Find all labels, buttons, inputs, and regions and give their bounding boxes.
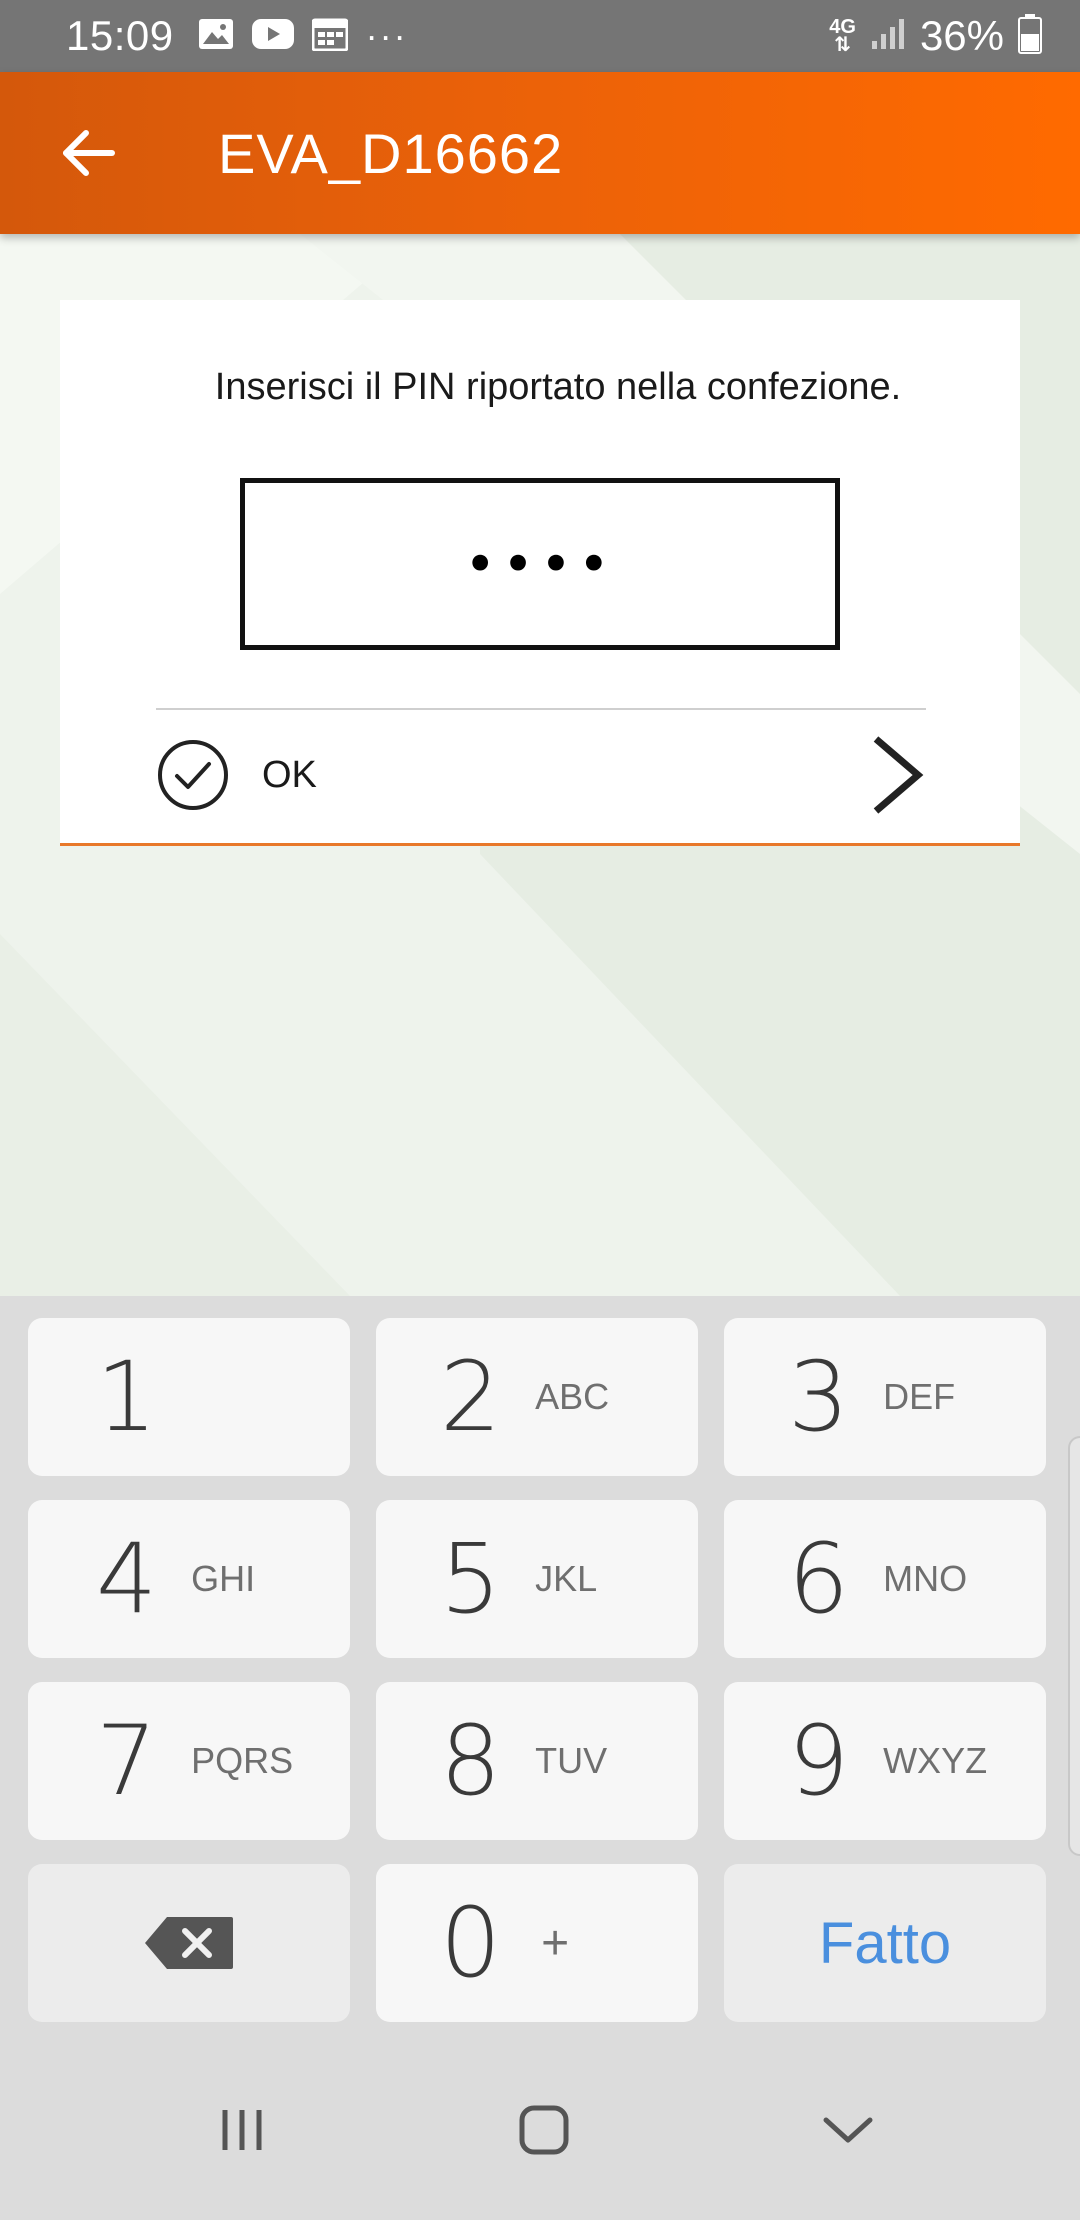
key-letters: + (541, 1916, 570, 1970)
pin-prompt: Inserisci il PIN riportato nella confezi… (214, 366, 902, 408)
check-circle-icon (158, 740, 228, 810)
home-icon (519, 2105, 569, 2155)
recent-apps-icon (222, 2110, 262, 2150)
key-5[interactable]: 5 JKL (376, 1500, 698, 1658)
done-key[interactable]: Fatto (724, 1864, 1046, 2022)
key-digit: 4 (96, 1523, 158, 1635)
youtube-icon (251, 18, 294, 54)
calendar-icon (311, 17, 349, 56)
notification-icons: ··· (198, 15, 408, 57)
image-icon (198, 18, 234, 55)
network-label: 4G (829, 16, 856, 38)
backspace-icon (145, 1917, 233, 1969)
key-letters: DEF (883, 1376, 956, 1417)
key-digit: 0 (440, 1887, 502, 1999)
key-letters: MNO (883, 1558, 968, 1599)
back-button[interactable] (28, 93, 148, 213)
backspace-key[interactable] (28, 1864, 350, 2022)
status-bar: 15:09 ··· 4G ⇅ 36% (0, 0, 1080, 72)
more-dots-icon: ··· (365, 15, 408, 56)
key-8[interactable]: 8 TUV (376, 1682, 698, 1840)
app-bar: EVA_D16662 (0, 72, 1080, 234)
hide-keyboard-button[interactable] (788, 2080, 908, 2180)
chevron-right-icon (873, 736, 924, 814)
pin-card: Inserisci il PIN riportato nella confezi… (60, 300, 1020, 846)
system-icons: 4G ⇅ 36% (829, 12, 1042, 60)
home-button[interactable] (484, 2080, 604, 2180)
page-title: EVA_D16662 (218, 121, 564, 185)
signal-icon (870, 17, 906, 56)
key-letters: PQRS (191, 1740, 294, 1781)
hide-keyboard-icon (823, 2117, 873, 2143)
key-4[interactable]: 4 GHI (28, 1500, 350, 1658)
ok-label: OK (262, 753, 317, 796)
numeric-keyboard: 1 2 ABC 3 DEF 4 GHI 5 JKL 6 MNO 7 PQRS 8… (0, 1296, 1080, 2040)
navigation-bar (0, 2040, 1080, 2220)
key-letters: WXYZ (883, 1740, 988, 1781)
ok-button[interactable]: OK (156, 736, 926, 814)
content-area: Inserisci il PIN riportato nella confezi… (0, 234, 1080, 1296)
network-4g-icon: 4G ⇅ (829, 16, 856, 56)
key-digit: 8 (440, 1705, 502, 1817)
key-9[interactable]: 9 WXYZ (724, 1682, 1046, 1840)
key-digit: 6 (788, 1523, 850, 1635)
key-letters: TUV (535, 1740, 608, 1781)
key-1[interactable]: 1 (28, 1318, 350, 1476)
done-label: Fatto (818, 1910, 952, 1976)
arrow-left-icon (63, 130, 115, 176)
key-3[interactable]: 3 DEF (724, 1318, 1046, 1476)
card-divider (156, 708, 926, 710)
key-letters: GHI (191, 1558, 256, 1599)
key-6[interactable]: 6 MNO (724, 1500, 1046, 1658)
key-digit: 1 (96, 1341, 158, 1453)
key-digit: 5 (440, 1523, 502, 1635)
keyboard-side-handle[interactable] (1068, 1436, 1080, 1856)
key-digit: 7 (96, 1705, 158, 1817)
battery-icon (1018, 13, 1042, 59)
battery-percent: 36% (919, 12, 1004, 59)
pin-input[interactable]: •••• (240, 478, 840, 650)
key-7[interactable]: 7 PQRS (28, 1682, 350, 1840)
key-digit: 9 (788, 1705, 850, 1817)
key-2[interactable]: 2 ABC (376, 1318, 698, 1476)
key-letters: ABC (535, 1376, 610, 1417)
status-time: 15:09 (66, 12, 174, 59)
key-digit: 2 (440, 1341, 502, 1453)
key-0[interactable]: 0 + (376, 1864, 698, 2022)
key-digit: 3 (788, 1341, 850, 1453)
pin-value: •••• (464, 532, 616, 596)
key-letters: JKL (535, 1558, 598, 1599)
recent-apps-button[interactable] (182, 2080, 302, 2180)
